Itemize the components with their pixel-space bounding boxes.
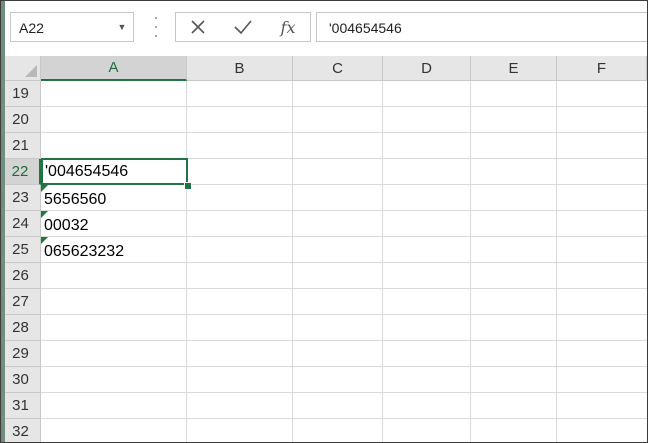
- formula-input[interactable]: '004654546: [316, 12, 647, 42]
- cell-a23[interactable]: 5656560: [41, 185, 186, 211]
- gridline: [41, 340, 647, 341]
- column-header-c[interactable]: C: [293, 56, 383, 81]
- row-header-28[interactable]: 28: [1, 315, 41, 341]
- row-header-25[interactable]: 25: [1, 237, 41, 263]
- chevron-down-icon[interactable]: ▼: [115, 13, 129, 41]
- formula-buttons: fx: [175, 12, 311, 42]
- error-indicator-icon[interactable]: [41, 211, 48, 218]
- cell-a22[interactable]: '004654546: [41, 158, 188, 185]
- formula-bar-area: A22 ▼ fx '004654546: [1, 1, 647, 56]
- row-header-30[interactable]: 30: [1, 367, 41, 393]
- gridline: [41, 366, 647, 367]
- name-box-value: A22: [19, 20, 44, 36]
- cell-a24[interactable]: 00032: [41, 211, 186, 237]
- row-header-27[interactable]: 27: [1, 289, 41, 315]
- select-all-triangle-icon: [25, 65, 37, 77]
- row-header-32[interactable]: 32: [1, 419, 41, 442]
- excel-window: A22 ▼ fx '004654546 A B C D E F 19 20 21…: [0, 0, 648, 443]
- gridline: [41, 392, 647, 393]
- row-header-26[interactable]: 26: [1, 263, 41, 289]
- gridline: [41, 106, 647, 107]
- window-left-edge: [1, 1, 5, 442]
- column-header-a[interactable]: A: [41, 56, 187, 81]
- row-header-21[interactable]: 21: [1, 133, 41, 159]
- gridline: [41, 132, 647, 133]
- column-header-b[interactable]: B: [187, 56, 293, 81]
- cell-a22-value: '004654546: [45, 163, 129, 180]
- spreadsheet-grid: A B C D E F 19 20 21 22 23 24 25 26 27 2…: [1, 56, 647, 442]
- error-indicator-icon[interactable]: [41, 185, 48, 192]
- cell-a25-value: 065623232: [44, 243, 125, 260]
- row-header-20[interactable]: 20: [1, 107, 41, 133]
- name-box[interactable]: A22 ▼: [10, 12, 134, 42]
- gridline: [41, 288, 647, 289]
- gridline: [41, 418, 647, 419]
- close-icon[interactable]: [176, 13, 220, 41]
- error-indicator-icon[interactable]: [41, 237, 48, 244]
- row-header-31[interactable]: 31: [1, 393, 41, 419]
- cell-a24-value: 00032: [44, 217, 89, 234]
- row-header-29[interactable]: 29: [1, 341, 41, 367]
- row-header-24[interactable]: 24: [1, 211, 41, 237]
- column-header-f[interactable]: F: [557, 56, 647, 81]
- drag-handle-icon[interactable]: [154, 17, 158, 37]
- column-header-e[interactable]: E: [471, 56, 557, 81]
- row-header-19[interactable]: 19: [1, 81, 41, 107]
- column-header-d[interactable]: D: [383, 56, 471, 81]
- check-icon[interactable]: [221, 13, 265, 41]
- row-header-23[interactable]: 23: [1, 185, 41, 211]
- gridline: [41, 314, 647, 315]
- insert-function-button[interactable]: fx: [266, 13, 310, 41]
- row-header-22[interactable]: 22: [1, 159, 41, 185]
- cell-a25[interactable]: 065623232: [41, 237, 186, 263]
- select-all-button[interactable]: [1, 56, 41, 81]
- cell-a23-value: 5656560: [44, 191, 107, 208]
- formula-content: '004654546: [329, 20, 402, 36]
